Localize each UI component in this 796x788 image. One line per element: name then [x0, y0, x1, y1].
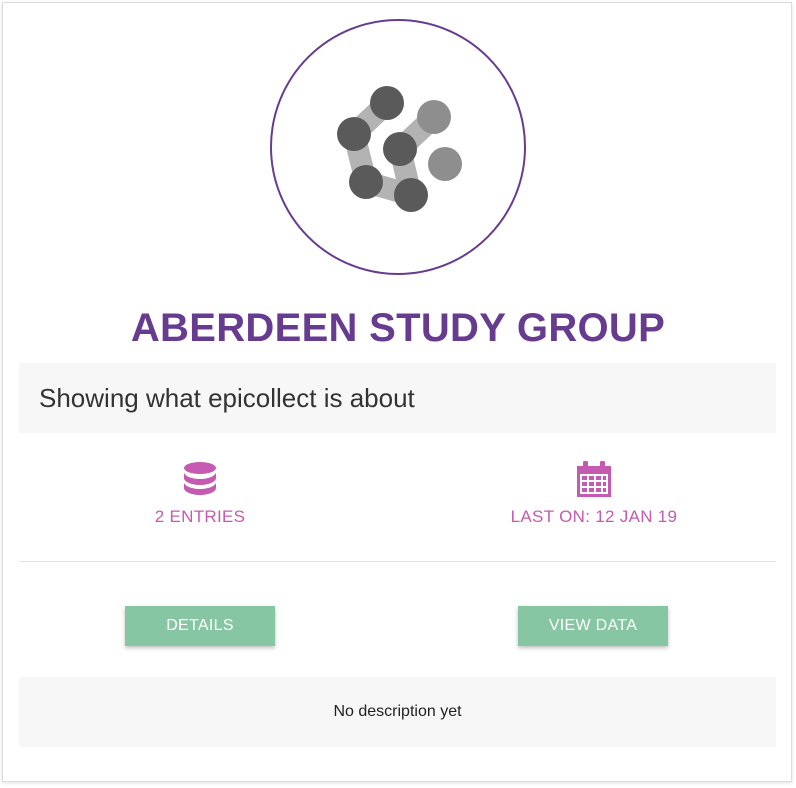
entries-stat: 2 ENTRIES — [70, 459, 330, 527]
database-icon — [184, 462, 216, 495]
project-title: ABERDEEN STUDY GROUP — [130, 306, 666, 350]
project-description-panel: No description yet — [19, 677, 776, 747]
calendar-icon — [577, 461, 611, 497]
project-small-description: Showing what epicollect is about — [39, 383, 415, 413]
last-entry-stat: LAST ON: 12 JAN 19 — [464, 459, 724, 527]
details-button[interactable]: DETAILS — [125, 606, 275, 646]
project-description: No description yet — [333, 703, 462, 720]
entries-count: 2 ENTRIES — [154, 507, 246, 526]
last-entry-date: LAST ON: 12 JAN 19 — [510, 507, 678, 526]
view-data-button[interactable]: VIEW DATA — [518, 606, 668, 646]
section-divider — [19, 561, 776, 562]
project-card: ABERDEEN STUDY GROUP Showing what epicol… — [2, 2, 792, 782]
epicollect-network-logo-icon — [337, 86, 462, 212]
project-logo — [270, 19, 526, 275]
project-small-description-panel: Showing what epicollect is about — [19, 363, 776, 433]
